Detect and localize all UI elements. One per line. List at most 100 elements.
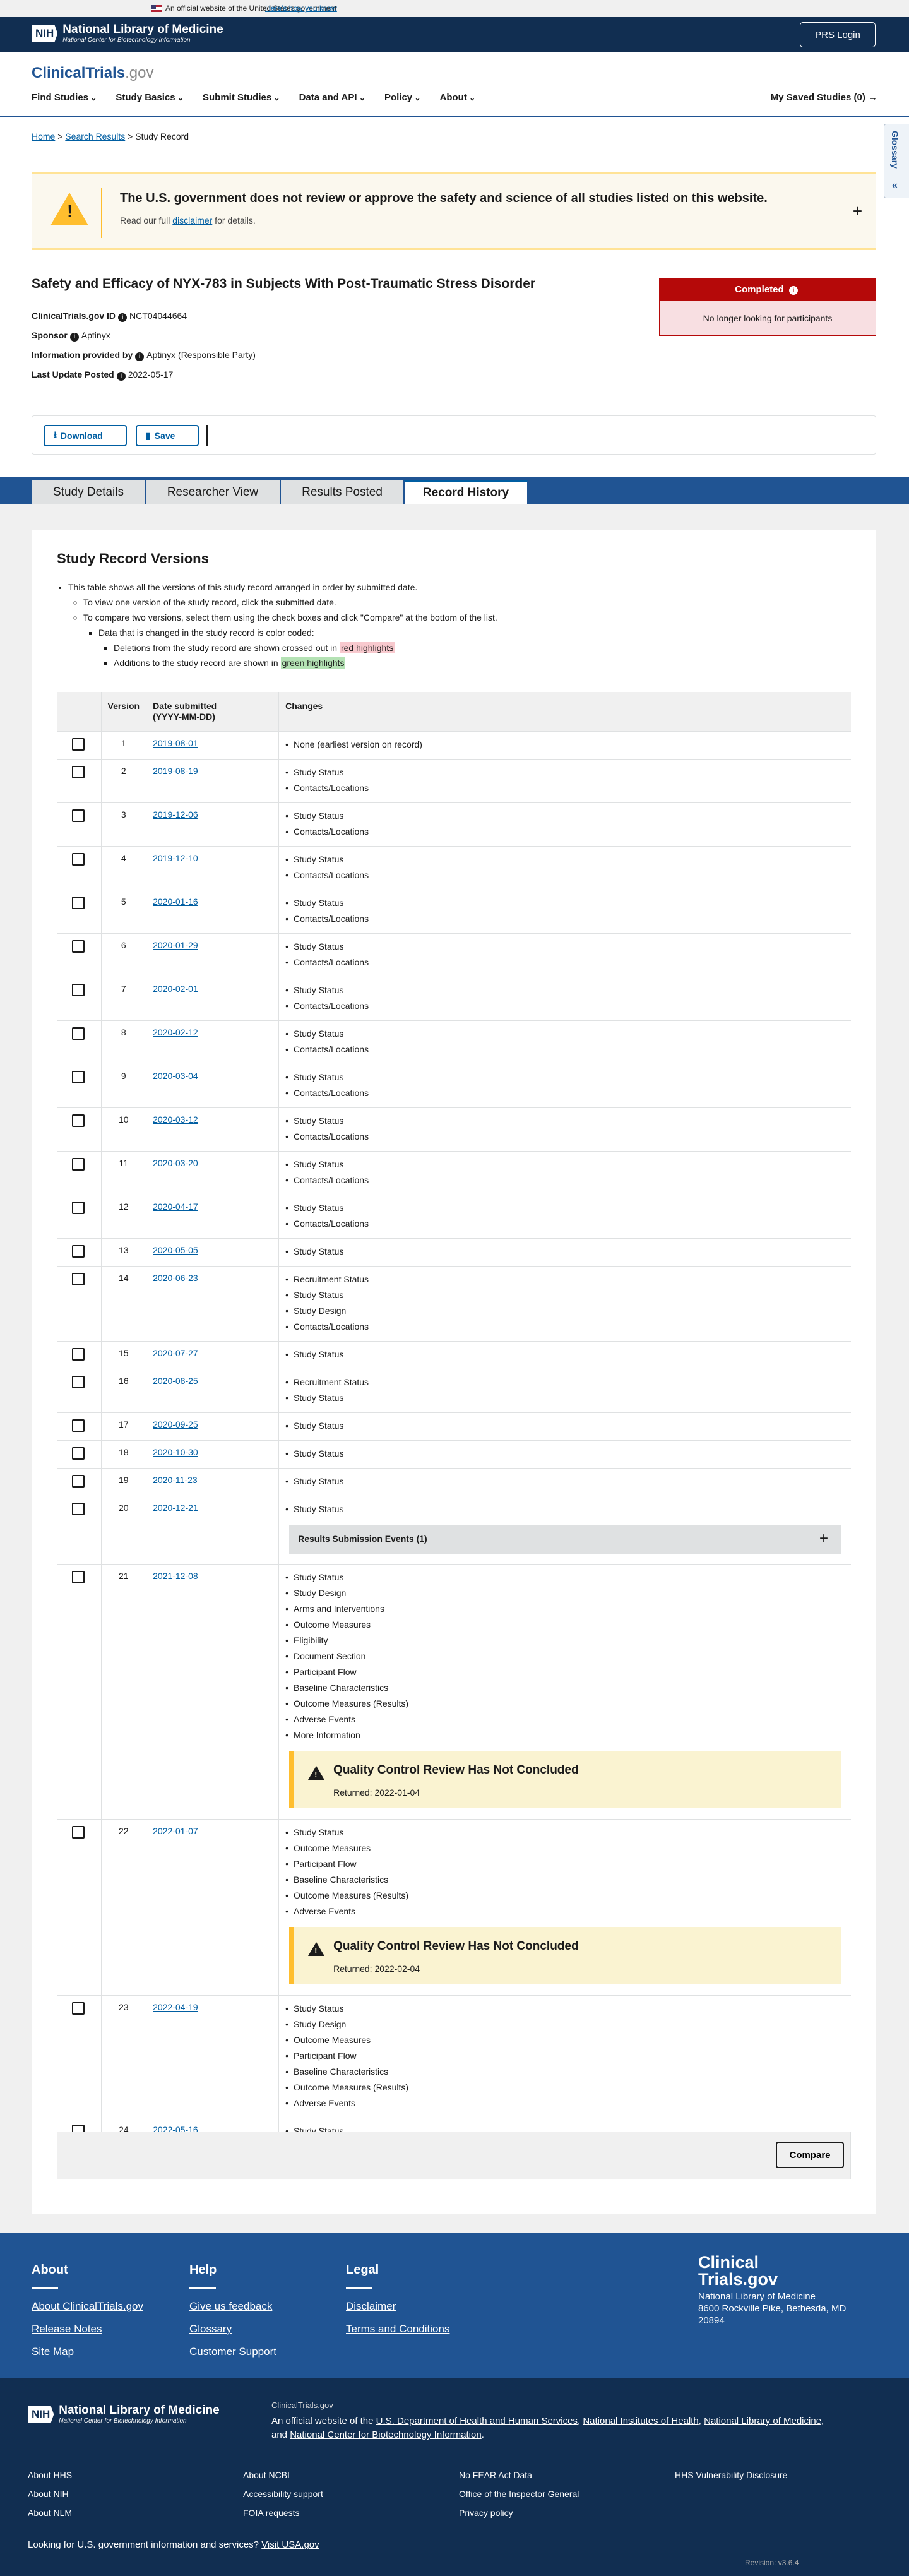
tab-record-history[interactable]: Record History [404, 480, 528, 504]
version-checkbox[interactable] [72, 1244, 85, 1258]
breadcrumb-home[interactable]: Home [32, 131, 55, 141]
version-date-link[interactable]: 2022-01-07 [153, 1826, 198, 1836]
changes-cell: Study StatusContacts/Locations [278, 1195, 851, 1239]
version-checkbox[interactable] [72, 939, 85, 953]
version-checkbox[interactable] [72, 2001, 85, 2015]
version-date-link[interactable]: 2020-08-25 [153, 1376, 198, 1386]
version-checkbox[interactable] [72, 1114, 85, 1127]
footer-link[interactable]: Glossary [189, 2323, 276, 2335]
compare-button[interactable]: Compare [776, 2142, 844, 2168]
version-checkbox[interactable] [72, 1157, 85, 1171]
version-checkbox[interactable] [72, 852, 85, 866]
foia-link[interactable]: FOIA requests [243, 2508, 299, 2518]
inspector-general-link[interactable]: Office of the Inspector General [459, 2489, 579, 2499]
download-button[interactable]: ⭳ Download [44, 425, 127, 446]
ncbi-link[interactable]: National Center for Biotechnology Inform… [290, 2430, 482, 2440]
nav-data-and-api[interactable]: Data and API [299, 92, 365, 103]
save-button[interactable]: ▮ Save [136, 425, 199, 446]
footer-link[interactable]: Terms and Conditions [346, 2323, 449, 2335]
version-checkbox[interactable] [72, 1201, 85, 1214]
version-checkbox[interactable] [72, 1570, 85, 1583]
version-checkbox[interactable] [72, 1070, 85, 1083]
version-date-link[interactable]: 2020-03-20 [153, 1158, 198, 1168]
version-checkbox[interactable] [72, 1027, 85, 1040]
row-select-cell [57, 1107, 102, 1152]
nlm-logo[interactable]: NIH National Library of Medicine Nationa… [32, 23, 223, 44]
version-checkbox[interactable] [72, 1375, 85, 1388]
version-checkbox[interactable] [72, 809, 85, 822]
version-checkbox[interactable] [72, 1347, 85, 1361]
version-date-link[interactable]: 2022-04-19 [153, 2002, 198, 2012]
version-date-link[interactable]: 2020-06-23 [153, 1273, 198, 1283]
my-saved-studies-link[interactable]: My Saved Studies (0) → [771, 92, 877, 103]
footer-link[interactable]: Customer Support [189, 2346, 276, 2358]
tab-researcher-view[interactable]: Researcher View [145, 480, 280, 504]
version-checkbox[interactable] [72, 1419, 85, 1432]
about-ncbi-link[interactable]: About NCBI [243, 2470, 290, 2480]
expand-notice-icon[interactable]: + [853, 201, 862, 221]
site-logo[interactable]: ClinicalTrials.gov [32, 64, 153, 82]
version-checkbox[interactable] [72, 1502, 85, 1515]
footer-link[interactable]: About ClinicalTrials.gov [32, 2300, 143, 2313]
nav-submit-studies[interactable]: Submit Studies [203, 92, 280, 103]
footer-link[interactable]: Release Notes [32, 2323, 143, 2335]
privacy-link[interactable]: Privacy policy [459, 2508, 513, 2518]
version-checkbox[interactable] [72, 896, 85, 909]
version-date-link[interactable]: 2020-07-27 [153, 1348, 198, 1358]
accessibility-link[interactable]: Accessibility support [243, 2489, 323, 2499]
version-checkbox[interactable] [72, 1446, 85, 1460]
usa-gov-link[interactable]: Visit USA.gov [261, 2539, 319, 2550]
version-date-link[interactable]: 2020-04-17 [153, 1202, 198, 1212]
version-date-link[interactable]: 2020-01-16 [153, 897, 198, 907]
breadcrumb-search-results[interactable]: Search Results [65, 131, 125, 141]
nav-about[interactable]: About [440, 92, 476, 103]
tab-study-details[interactable]: Study Details [32, 480, 145, 504]
results-submission-events[interactable]: Results Submission Events (1) + [289, 1524, 841, 1554]
footer-link[interactable]: Disclaimer [346, 2300, 449, 2313]
disclaimer-link[interactable]: disclaimer [172, 215, 212, 225]
nlm-footer-logo[interactable]: NIH National Library of Medicine Nationa… [28, 2404, 220, 2424]
version-date-link[interactable]: 2021-12-08 [153, 1571, 198, 1581]
version-date-link[interactable]: 2019-12-10 [153, 853, 198, 863]
change-item: Study Design [285, 2017, 845, 2032]
nlm-link[interactable]: National Library of Medicine [704, 2416, 821, 2426]
about-hhs-link[interactable]: About HHS [28, 2470, 72, 2480]
about-nlm-link[interactable]: About NLM [28, 2508, 72, 2518]
no-fear-act-link[interactable]: No FEAR Act Data [459, 2470, 532, 2480]
version-date-link[interactable]: 2019-12-06 [153, 809, 198, 820]
nav-find-studies[interactable]: Find Studies [32, 92, 97, 103]
vulnerability-disclosure-link[interactable]: HHS Vulnerability Disclosure [675, 2470, 787, 2480]
version-checkbox[interactable] [72, 1474, 85, 1488]
version-date-link[interactable]: 2019-08-01 [153, 738, 198, 748]
qc-returned: Returned: 2022-02-04 [333, 1963, 420, 1974]
version-checkbox[interactable] [72, 1272, 85, 1285]
version-checkbox[interactable] [72, 983, 85, 996]
changes-cell: Study StatusContacts/Locations [278, 890, 851, 934]
version-date-link[interactable]: 2020-02-01 [153, 984, 198, 994]
version-date-link[interactable]: 2020-01-29 [153, 940, 198, 950]
version-date-link[interactable]: 2020-11-23 [153, 1475, 198, 1485]
tab-results-posted[interactable]: Results Posted [280, 480, 404, 504]
version-date-link[interactable]: 2020-02-12 [153, 1027, 198, 1037]
hhs-link[interactable]: U.S. Department of Health and Human Serv… [376, 2416, 578, 2426]
about-nih-link[interactable]: About NIH [28, 2489, 69, 2499]
heres-how-you-know-link[interactable]: Here’s how you know [265, 4, 337, 13]
prs-login-button[interactable]: PRS Login [800, 22, 876, 47]
version-checkbox[interactable] [72, 765, 85, 778]
nih-link[interactable]: National Institutes of Health [583, 2416, 698, 2426]
footer-link[interactable]: Give us feedback [189, 2300, 276, 2313]
version-date-link[interactable]: 2020-10-30 [153, 1447, 198, 1457]
version-date-link[interactable]: 2019-08-19 [153, 766, 198, 776]
version-checkbox[interactable] [72, 1825, 85, 1839]
version-date-link[interactable]: 2020-05-05 [153, 1245, 198, 1255]
version-date-link[interactable]: 2020-03-04 [153, 1071, 198, 1081]
version-date-link[interactable]: 2020-09-25 [153, 1419, 198, 1429]
version-date-link[interactable]: 2020-12-21 [153, 1503, 198, 1513]
version-date-link[interactable]: 2020-03-12 [153, 1114, 198, 1124]
version-checkbox[interactable] [72, 737, 85, 751]
nav-study-basics[interactable]: Study Basics [116, 92, 184, 103]
glossary-toggle[interactable]: Glossary « [884, 124, 909, 198]
footer-link[interactable]: Site Map [32, 2346, 143, 2358]
nav-policy[interactable]: Policy [384, 92, 421, 103]
change-item: Study Status [285, 1070, 845, 1085]
